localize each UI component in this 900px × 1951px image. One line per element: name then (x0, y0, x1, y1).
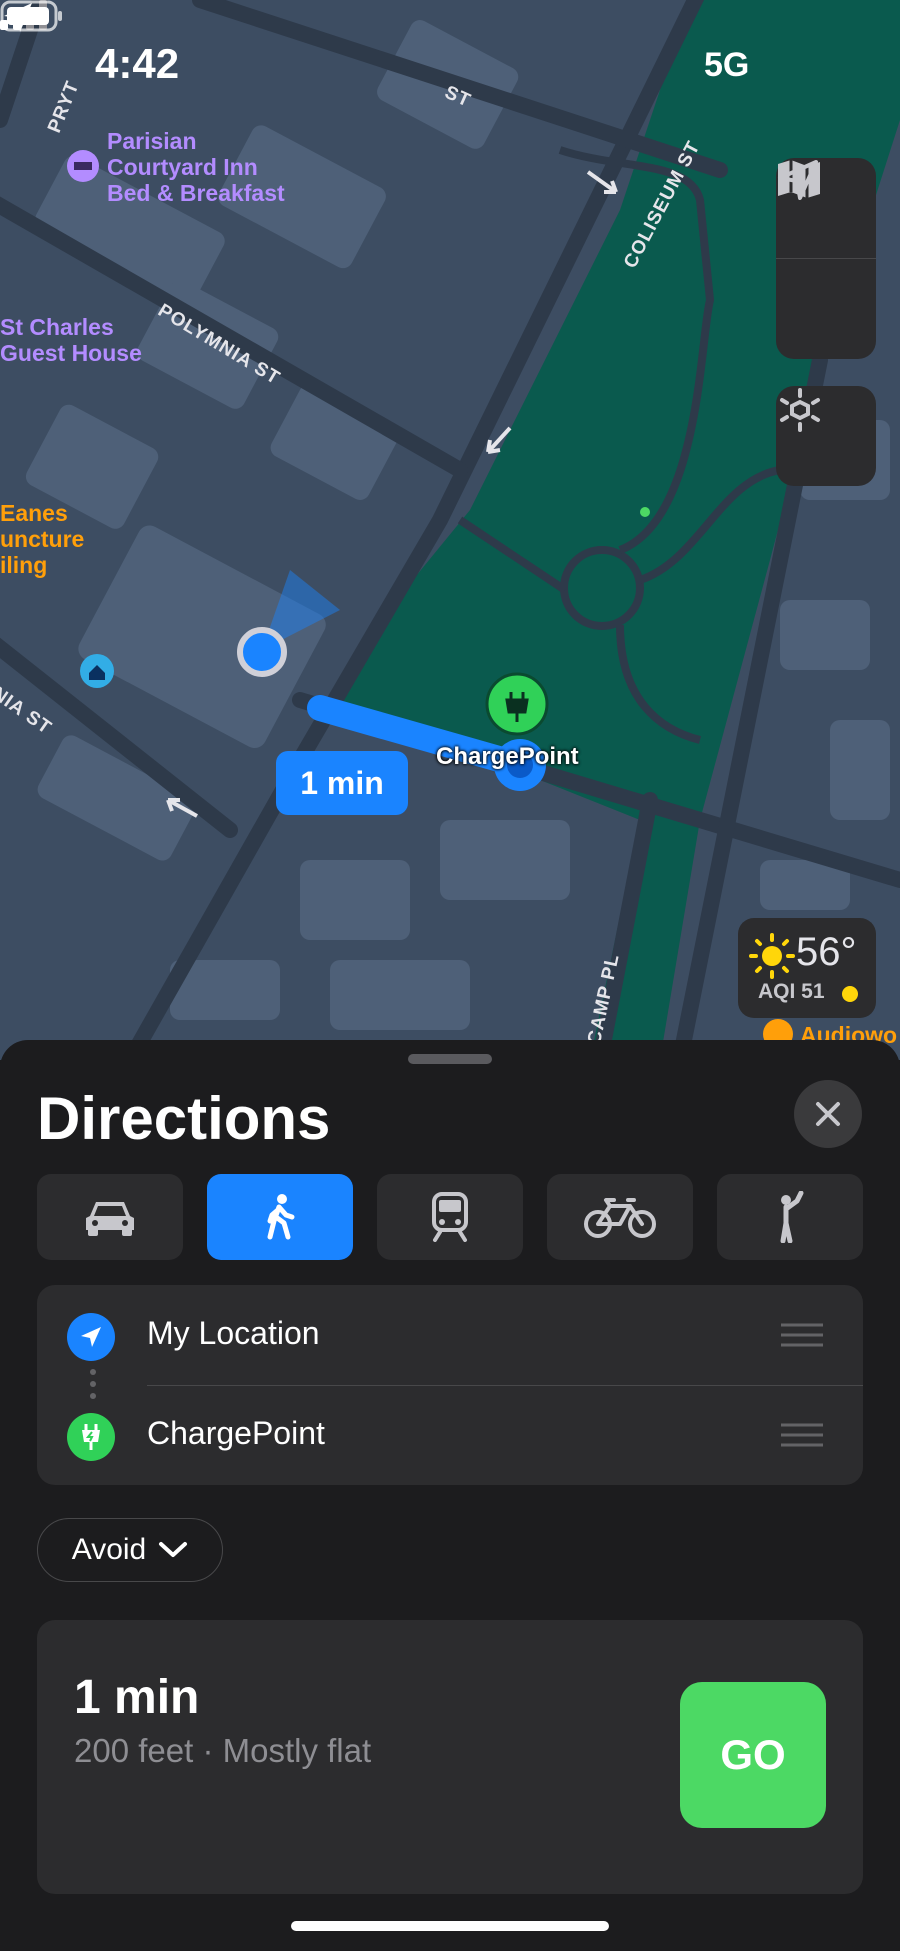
mode-ride-button[interactable] (717, 1174, 863, 1260)
map-view[interactable]: Parisian Courtyard Inn Bed & Breakfast S… (0, 0, 900, 1060)
mode-transit-button[interactable] (377, 1174, 523, 1260)
route-time-callout[interactable]: 1 min (276, 751, 408, 815)
poi-label-line: Bed & Breakfast (107, 180, 285, 206)
home-indicator[interactable] (291, 1921, 609, 1931)
aqi-indicator-dot (842, 986, 858, 1002)
drag-handle-icon[interactable] (781, 1323, 823, 1347)
mode-drive-button[interactable] (37, 1174, 183, 1260)
walk-icon (267, 1194, 295, 1240)
map-3d-control (776, 386, 876, 486)
charging-plug-icon (82, 1424, 100, 1450)
sheet-grabber[interactable] (408, 1054, 492, 1064)
location-arrow-icon (778, 160, 818, 200)
poi-label-line: Guest House (0, 340, 142, 366)
sheet-title: Directions (37, 1085, 331, 1152)
chevron-down-icon (159, 1542, 188, 1557)
directions-sheet: Directions My Location ChargePoint Avoid… (0, 1040, 900, 1951)
destination-label: ChargePoint (147, 1415, 325, 1451)
bicycle-icon (584, 1198, 656, 1238)
transport-mode-selector (37, 1174, 863, 1260)
3d-view-icon (780, 388, 820, 432)
destination-icon (67, 1413, 115, 1461)
weather-widget[interactable]: 56° AQI 51 (738, 918, 876, 1018)
poi-label-line: St Charles (0, 314, 114, 340)
network-type: 5G (704, 46, 750, 84)
temperature: 56° (796, 930, 857, 974)
poi-label-line: Eanes (0, 500, 68, 526)
route-time-text: 1 min (300, 764, 384, 801)
location-arrow-icon (81, 1327, 101, 1347)
route-endpoints: My Location ChargePoint (37, 1285, 863, 1485)
go-label: GO (720, 1731, 786, 1778)
mode-cycle-button[interactable] (547, 1174, 693, 1260)
close-button[interactable] (794, 1080, 862, 1148)
poi-label-line: Courtyard Inn (107, 154, 258, 180)
view-3d-button[interactable] (776, 386, 876, 486)
close-icon (816, 1102, 840, 1126)
route-duration: 1 min (74, 1671, 200, 1724)
status-bar: 4:42 5G (0, 0, 900, 130)
status-time: 4:42 (95, 40, 180, 87)
route-destination-row[interactable]: ChargePoint (37, 1385, 863, 1485)
poi-label-line: Parisian (107, 128, 197, 154)
car-icon (86, 1202, 134, 1236)
hail-icon (780, 1191, 804, 1243)
sun-icon (749, 933, 795, 979)
route-details: 200 feet · Mostly flat (74, 1732, 372, 1769)
poi-parisian-courtyard-inn[interactable]: Parisian Courtyard Inn Bed & Breakfast (107, 128, 285, 206)
go-button[interactable]: GO (680, 1682, 826, 1828)
map-controls (776, 158, 876, 359)
poi-st-charles-guest-house[interactable]: St Charles Guest House (0, 314, 142, 366)
aqi-value: AQI 51 (758, 980, 825, 1003)
poi-label-line: iling (0, 552, 48, 578)
avoid-button[interactable]: Avoid (37, 1518, 223, 1582)
battery-icon (0, 0, 62, 32)
route-origin-row[interactable]: My Location (37, 1285, 863, 1385)
destination-map-label[interactable]: ChargePoint (436, 743, 579, 771)
poi-label-line: uncture (0, 526, 85, 552)
origin-icon (67, 1313, 115, 1361)
recenter-button[interactable] (776, 160, 876, 359)
train-icon (432, 1192, 468, 1242)
avoid-label: Avoid (71, 1533, 147, 1566)
drag-handle-icon[interactable] (781, 1423, 823, 1447)
origin-label: My Location (147, 1315, 320, 1351)
mode-walk-button[interactable] (207, 1174, 353, 1260)
route-summary-card[interactable]: 1 min 200 feet · Mostly flat GO (37, 1620, 863, 1894)
poi-eanes-juncture[interactable]: Eanes uncture iling (0, 500, 84, 578)
